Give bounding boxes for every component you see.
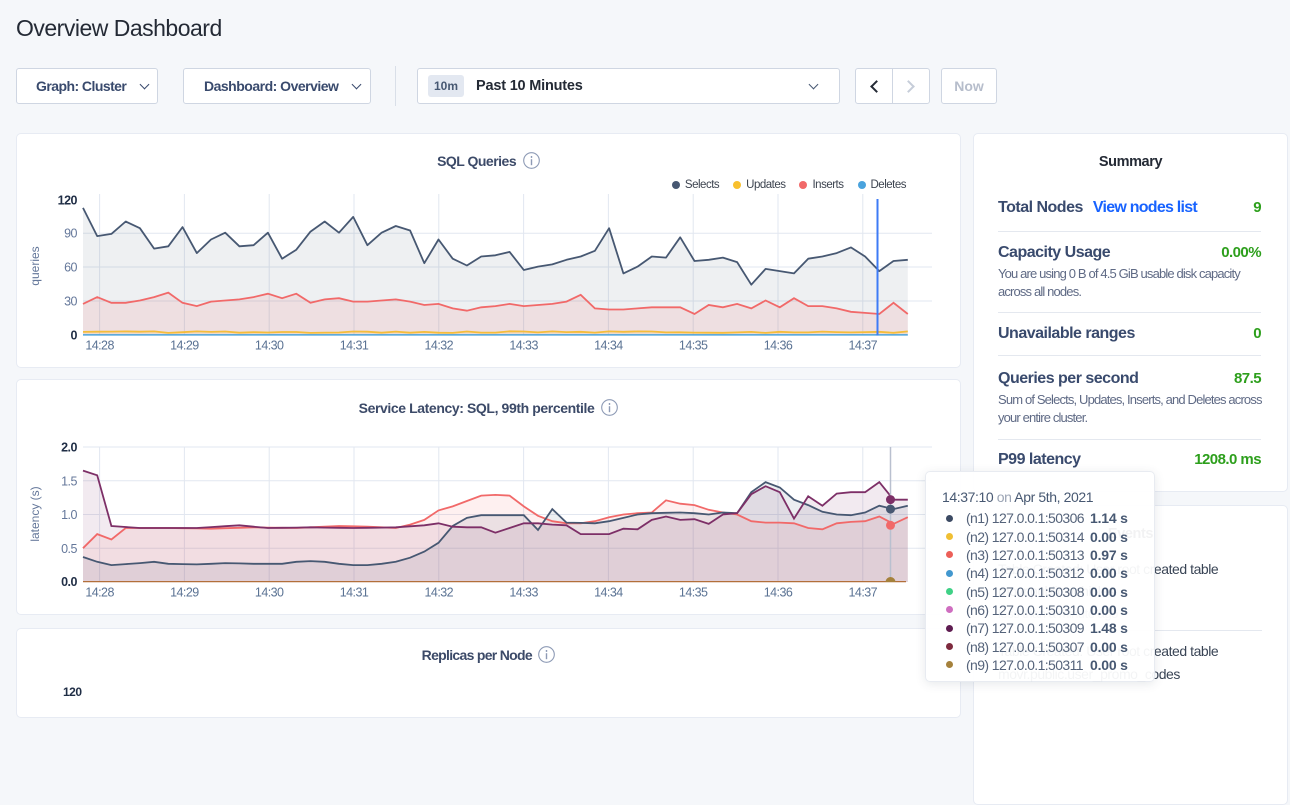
- svg-text:14:35: 14:35: [679, 586, 708, 600]
- svg-text:120: 120: [58, 194, 78, 208]
- svg-text:14:37: 14:37: [849, 339, 878, 353]
- svg-text:14:31: 14:31: [340, 586, 369, 600]
- svg-text:2.0: 2.0: [61, 441, 77, 455]
- svg-text:14:36: 14:36: [764, 339, 793, 353]
- svg-text:1.5: 1.5: [61, 474, 77, 488]
- svg-text:14:29: 14:29: [170, 586, 199, 600]
- svg-text:60: 60: [64, 261, 77, 275]
- svg-text:14:34: 14:34: [594, 339, 623, 353]
- svg-text:14:29: 14:29: [170, 339, 199, 353]
- svg-text:queries: queries: [28, 246, 42, 285]
- svg-text:14:32: 14:32: [425, 586, 454, 600]
- svg-text:90: 90: [64, 227, 77, 241]
- svg-text:14:31: 14:31: [340, 339, 369, 353]
- svg-text:0.0: 0.0: [61, 575, 77, 589]
- svg-text:14:30: 14:30: [255, 339, 284, 353]
- svg-text:14:28: 14:28: [85, 339, 114, 353]
- svg-text:14:33: 14:33: [509, 586, 538, 600]
- svg-text:14:34: 14:34: [594, 586, 623, 600]
- svg-text:14:32: 14:32: [425, 339, 454, 353]
- svg-text:14:30: 14:30: [255, 586, 284, 600]
- svg-text:14:28: 14:28: [85, 586, 114, 600]
- svg-text:14:36: 14:36: [764, 586, 793, 600]
- svg-text:14:33: 14:33: [509, 339, 538, 353]
- svg-text:0: 0: [71, 329, 78, 343]
- svg-text:1.0: 1.0: [61, 508, 77, 522]
- svg-text:14:35: 14:35: [679, 339, 708, 353]
- svg-text:14:37: 14:37: [849, 586, 878, 600]
- svg-text:latency (s): latency (s): [28, 486, 42, 541]
- svg-text:30: 30: [64, 295, 77, 309]
- svg-text:0.5: 0.5: [61, 542, 77, 556]
